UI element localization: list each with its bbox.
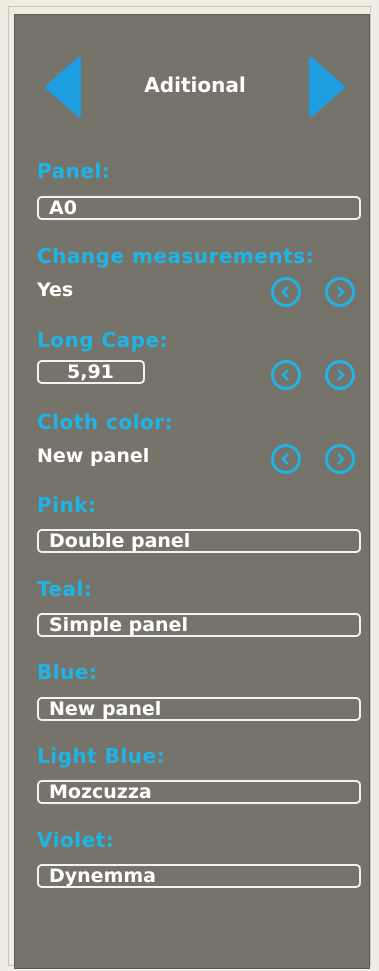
long-cape-field[interactable]: 5,91 [37,360,145,384]
pink-label: Pink: [37,493,97,517]
blue-label: Blue: [37,660,98,684]
cloth-color-prev-button[interactable] [271,444,301,474]
chevron-left-icon [281,286,289,298]
violet-field[interactable]: Dynemma [37,864,361,888]
previous-section-button[interactable] [43,57,83,117]
blue-field[interactable]: New panel [37,697,361,721]
panel-label: Panel: [37,159,111,183]
next-section-button[interactable] [307,57,347,117]
long-cape-next-button[interactable] [325,360,355,390]
light-blue-label: Light Blue: [37,744,166,768]
chevron-left-icon [281,453,289,465]
long-cape-prev-button[interactable] [271,360,301,390]
teal-label: Teal: [37,577,93,601]
cloth-color-value: New panel [37,445,150,467]
cloth-color-label: Cloth color: [37,410,174,434]
chevron-left-icon [281,369,289,381]
cloth-color-next-button[interactable] [325,444,355,474]
pink-field[interactable]: Double panel [37,529,361,553]
change-measurements-prev-button[interactable] [271,277,301,307]
chevron-right-icon [337,286,345,298]
change-measurements-label: Change measurements: [37,244,315,268]
section-title: Aditional [144,73,246,97]
violet-label: Violet: [37,828,115,852]
light-blue-field[interactable]: Mozcuzza [37,780,361,804]
change-measurements-value: Yes [37,279,74,301]
panel-field[interactable]: A0 [37,196,361,220]
options-panel: Aditional Panel: A0 Change measurements:… [14,14,370,969]
triangle-right-icon [309,57,345,117]
chevron-right-icon [337,369,345,381]
chevron-right-icon [337,453,345,465]
teal-field[interactable]: Simple panel [37,613,361,637]
triangle-left-icon [45,57,81,117]
long-cape-label: Long Cape: [37,328,169,352]
section-navigator: Aditional [15,51,371,127]
change-measurements-next-button[interactable] [325,277,355,307]
